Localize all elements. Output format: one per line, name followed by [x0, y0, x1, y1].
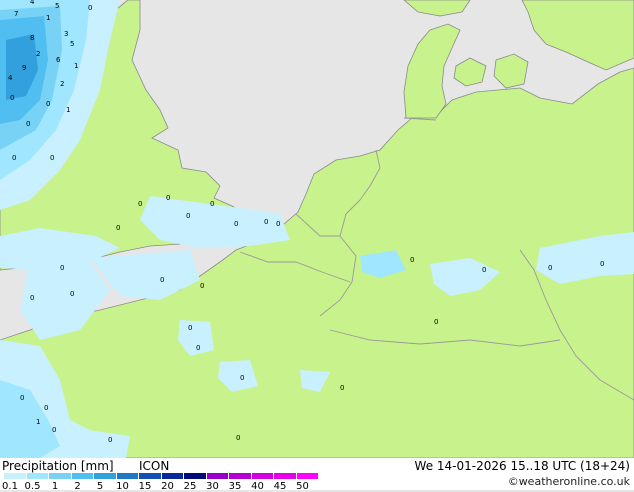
color-scale-swatch — [296, 473, 319, 479]
precip-value-label: 0 — [600, 260, 604, 268]
precip-value-label: 0 — [50, 154, 54, 162]
color-scale-label: 30 — [206, 481, 219, 492]
color-scale-label: 35 — [228, 481, 242, 492]
precip-value-label: 0 — [138, 200, 142, 208]
model-name: ICON — [139, 459, 170, 473]
precip-value-label: 2 — [36, 50, 40, 58]
color-scale-label: 2 — [74, 481, 81, 492]
precip-value-label: 0 — [240, 374, 244, 382]
precip-value-label: 2 — [60, 80, 64, 88]
color-scale-label: 1 — [51, 481, 59, 492]
precip-value-label: 5 — [70, 40, 74, 48]
color-scale-swatch — [116, 473, 139, 479]
legend-bar: Precipitation [mm] ICON We 14-01-2026 15… — [0, 458, 634, 492]
precip-value-label: 0 — [210, 200, 214, 208]
color-scale-label: 0.5 — [24, 481, 41, 492]
precip-value-label: 1 — [46, 14, 50, 22]
color-scale-swatch — [274, 473, 297, 479]
precip-value-label: 0 — [166, 194, 170, 202]
color-scale-swatch — [206, 473, 229, 479]
precip-value-label: 9 — [22, 64, 26, 72]
precip-value-label: 0 — [236, 434, 240, 442]
precip-value-label: 6 — [56, 56, 61, 64]
color-scale-label: 20 — [161, 481, 174, 492]
color-scale-swatch — [139, 473, 162, 479]
color-scale-label: 25 — [183, 481, 197, 492]
precip-value-label: 0 — [200, 282, 204, 290]
precip-value-label: 0 — [12, 154, 16, 162]
color-scale-label: 45 — [273, 481, 287, 492]
color-scale-label: 5 — [96, 481, 104, 492]
precip-value-label: 0 — [234, 220, 238, 228]
precip-value-label: 5 — [55, 2, 59, 10]
precip-value-label: 4 — [30, 0, 35, 6]
precip-value-label: 0 — [10, 94, 14, 102]
precip-value-label: 0 — [188, 324, 192, 332]
precip-value-label: 0 — [186, 212, 190, 220]
credit-link[interactable]: ©weatheronline.co.uk — [508, 475, 630, 489]
color-scale-swatch — [71, 473, 94, 479]
color-scale-label: 0.1 — [2, 481, 18, 492]
precip-value-label: 0 — [196, 344, 200, 352]
precip-value-label: 0 — [46, 100, 50, 108]
precip-value-label: 0 — [70, 290, 74, 298]
color-scale-label: 10 — [116, 481, 129, 492]
color-scale-swatch — [161, 473, 184, 479]
precip-value-label: 1 — [74, 62, 78, 70]
precip-value-label: 0 — [52, 426, 56, 434]
precip-value-label: 0 — [108, 436, 112, 444]
precip-value-label: 8 — [30, 34, 34, 42]
precip-value-label: 0 — [88, 4, 92, 12]
precip-value-label: 0 — [60, 264, 64, 272]
color-scale-swatch — [94, 473, 117, 479]
color-scale-swatch — [49, 473, 72, 479]
color-scale-swatch — [184, 473, 207, 479]
legend-title: Precipitation [mm] — [2, 459, 114, 473]
precip-value-label: 0 — [20, 394, 24, 402]
color-scale-label: 50 — [296, 481, 309, 492]
color-scale-swatch — [251, 473, 274, 479]
precip-value-label: 0 — [264, 218, 268, 226]
color-scale-label: 15 — [138, 481, 152, 492]
color-scale-swatch — [229, 473, 252, 479]
precip-value-label: 1 — [36, 418, 40, 426]
color-scale: 0.1 0.5 1 2 5 10 15 20 25 30 35 40 45 50 — [2, 473, 319, 492]
precip-value-label: 7 — [14, 10, 18, 18]
precip-value-label: 0 — [548, 264, 552, 272]
color-scale-label: 40 — [251, 481, 264, 492]
precip-value-label: 4 — [8, 74, 13, 82]
precip-value-label: 0 — [276, 220, 280, 228]
precip-value-label: 0 — [434, 318, 438, 326]
color-scale-swatch — [26, 473, 49, 479]
precip-value-label: 3 — [64, 30, 68, 38]
precip-value-label: 0 — [482, 266, 486, 274]
precip-value-label: 0 — [26, 120, 30, 128]
precip-value-label: 0 — [410, 256, 414, 264]
precip-value-label: 0 — [160, 276, 164, 284]
precip-value-label: 0 — [44, 404, 48, 412]
precipitation-map: 4 5 0 7 1 3 8 5 2 6 9 4 1 2 0 0 1 0 0 0 0 0 0 0 0 0 0 0 0 0 0 0 0 0 0 0 0 0 0 0… — [0, 0, 634, 458]
forecast-datetime: We 14-01-2026 15..18 UTC (18+24) — [414, 459, 630, 473]
precip-value-label: 0 — [340, 384, 344, 392]
color-scale-swatch — [4, 473, 27, 479]
precip-value-label: 1 — [66, 106, 70, 114]
weather-map-view: 4507138526941200100000000000000000000000… — [0, 0, 634, 492]
precip-value-label: 0 — [30, 294, 34, 302]
precip-value-label: 0 — [116, 224, 120, 232]
